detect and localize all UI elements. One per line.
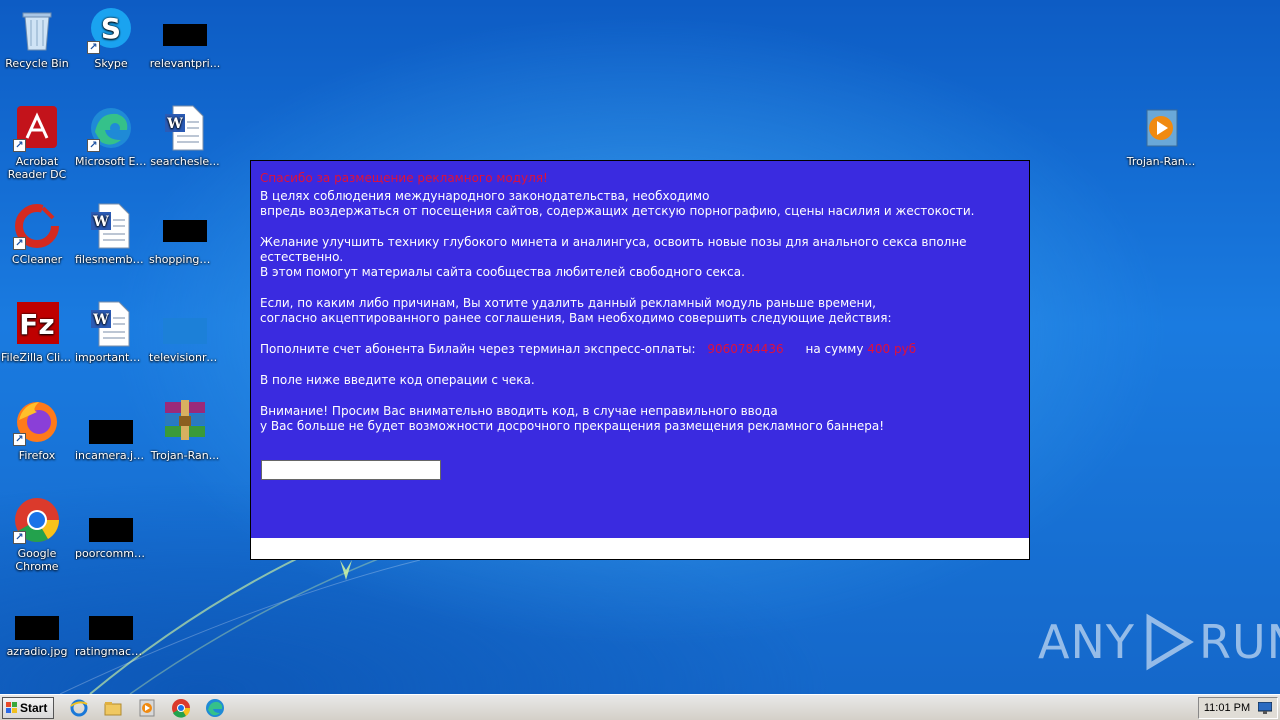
- anyrun-watermark: ANY RUN: [1038, 612, 1280, 672]
- ransom-paragraph-1: В целях соблюдения международного законо…: [260, 189, 975, 218]
- desktop-icon-filezilla[interactable]: Fz FileZilla Client: [0, 300, 74, 364]
- ransom-paragraph-5: В поле ниже введите код операции с чека.: [260, 373, 535, 387]
- internet-explorer-icon[interactable]: [69, 698, 89, 718]
- desktop-icon-file-televisionre[interactable]: televisionre....: [148, 300, 222, 364]
- file-explorer-icon[interactable]: [103, 698, 123, 718]
- desktop-icon-acrobat[interactable]: ↗ Acrobat Reader DC: [0, 104, 74, 181]
- ransom-message: Спасибо за размещение рекламного модуля!…: [260, 171, 1020, 450]
- system-tray: 11:01 PM: [1198, 697, 1278, 719]
- file-thumbnail-icon: [87, 496, 135, 544]
- file-thumbnail-icon: [161, 300, 209, 348]
- desktop-icon-trojan-winrar[interactable]: Trojan-Ran...: [148, 398, 222, 462]
- shortcut-arrow-icon: ↗: [87, 41, 100, 54]
- desktop-icon-file-filesmember[interactable]: W filesmember...: [74, 202, 148, 266]
- file-thumbnail-icon: [13, 594, 61, 642]
- filezilla-icon: Fz: [13, 300, 61, 348]
- svg-text:Fz: Fz: [19, 308, 54, 341]
- desktop-icon-ccleaner[interactable]: ↗ CCleaner: [0, 202, 74, 266]
- shortcut-arrow-icon: ↗: [87, 139, 100, 152]
- acrobat-icon: ↗: [13, 104, 61, 152]
- svg-text:W: W: [166, 116, 183, 132]
- file-thumbnail-icon: [87, 594, 135, 642]
- word-document-icon: W: [87, 202, 135, 250]
- desktop-icon-edge[interactable]: ↗ Microsoft Edge: [74, 104, 148, 168]
- word-document-icon: W: [161, 104, 209, 152]
- payment-amount: 400 руб: [867, 342, 917, 356]
- start-button[interactable]: Start: [2, 697, 54, 719]
- word-document-icon: W: [87, 300, 135, 348]
- taskbar: Start 11:01 PM: [0, 694, 1280, 720]
- winrar-archive-icon: [161, 398, 209, 446]
- skype-icon: S ↗: [87, 6, 135, 54]
- edge-icon[interactable]: [205, 698, 225, 718]
- shortcut-arrow-icon: ↗: [13, 433, 26, 446]
- svg-text:S: S: [101, 12, 121, 45]
- tray-clock[interactable]: 11:01 PM: [1199, 698, 1255, 718]
- media-player-icon: [1137, 104, 1185, 152]
- action-center-monitor-icon[interactable]: [1258, 702, 1272, 714]
- desktop-icon-recycle-bin[interactable]: Recycle Bin: [0, 6, 74, 70]
- ransom-bottom-bar: [251, 538, 1029, 559]
- desktop-icon-file-poorcomme[interactable]: poorcomme...: [74, 496, 148, 560]
- desktop-icon-file-incamera[interactable]: incamera.jpg: [74, 398, 148, 462]
- ransom-warning: Внимание! Просим Вас внимательно вводить…: [260, 404, 885, 433]
- file-thumbnail-icon: [161, 6, 209, 54]
- operation-code-input[interactable]: [261, 460, 441, 480]
- desktop-icon-file-importantpr[interactable]: W importantpr...: [74, 300, 148, 364]
- ccleaner-icon: ↗: [13, 202, 61, 250]
- chrome-icon[interactable]: [171, 698, 191, 718]
- file-thumbnail-icon: [87, 398, 135, 446]
- chrome-icon: ↗: [13, 496, 61, 544]
- anyrun-play-logo-icon: [1146, 613, 1194, 671]
- firefox-icon: ↗: [13, 398, 61, 446]
- ransom-paragraph-2: Желание улучшить технику глубокого минет…: [260, 235, 967, 279]
- desktop-icon-file-relevantpri[interactable]: relevantpri...: [148, 6, 222, 70]
- ransom-title: Спасибо за размещение рекламного модуля!: [260, 171, 548, 185]
- shortcut-arrow-icon: ↗: [13, 237, 26, 250]
- windows-flag-icon: [6, 702, 17, 713]
- ransom-paragraph-3: Если, по каким либо причинам, Вы хотите …: [260, 296, 892, 325]
- desktop-icon-file-ratingmachi[interactable]: ratingmachi...: [74, 594, 148, 658]
- desktop-icon-skype[interactable]: S ↗ Skype: [74, 6, 148, 70]
- payment-phone-number: 9060784436: [707, 342, 784, 356]
- ransomware-banner-window: Спасибо за размещение рекламного модуля!…: [250, 160, 1030, 560]
- media-player-icon[interactable]: [137, 698, 157, 718]
- shortcut-arrow-icon: ↗: [13, 531, 26, 544]
- desktop-icon-file-azradio[interactable]: azradio.jpg: [0, 594, 74, 658]
- edge-icon: ↗: [87, 104, 135, 152]
- desktop-icon-chrome[interactable]: ↗ Google Chrome: [0, 496, 74, 573]
- recycle-bin-icon: [13, 6, 61, 54]
- shortcut-arrow-icon: ↗: [13, 139, 26, 152]
- desktop-icon-trojan-media[interactable]: Trojan-Ran...: [1124, 104, 1198, 168]
- svg-text:W: W: [92, 312, 109, 328]
- file-thumbnail-icon: [161, 202, 209, 250]
- desktop-icon-firefox[interactable]: ↗ Firefox: [0, 398, 74, 462]
- svg-text:W: W: [92, 214, 109, 230]
- desktop-icon-file-shoppingmu[interactable]: shoppingmu...: [148, 202, 222, 266]
- ransom-payment-line: Пополните счет абонента Билайн через тер…: [260, 342, 917, 356]
- desktop-icon-file-searchesle[interactable]: W searchesle...: [148, 104, 222, 168]
